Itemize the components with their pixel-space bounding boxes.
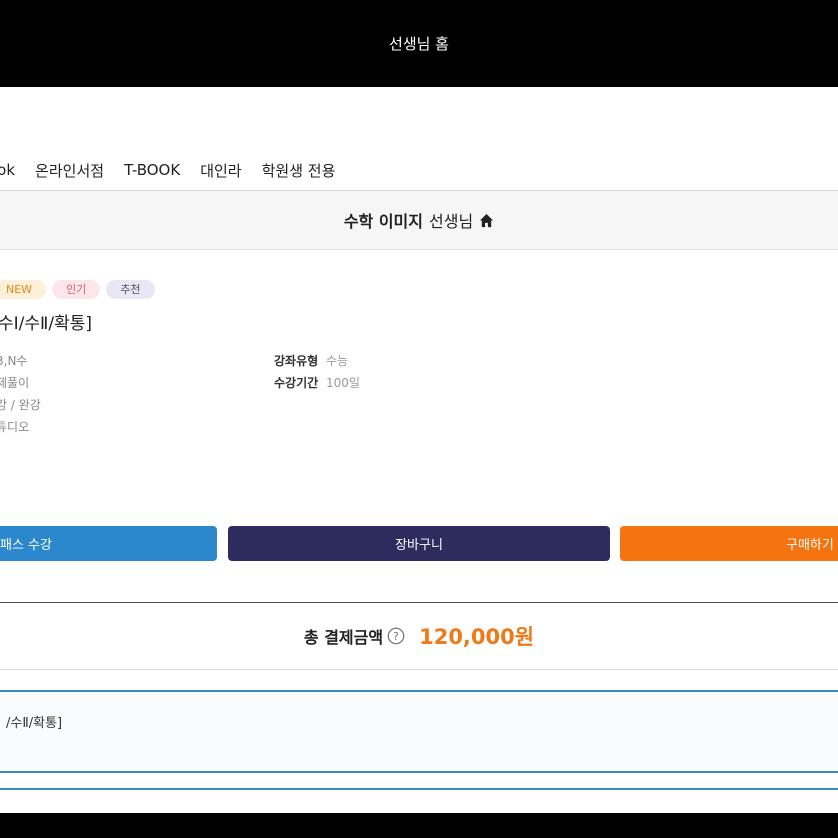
course-period-value: 100일	[326, 376, 360, 390]
nav-item-online-bookstore[interactable]: 온라인서점	[35, 160, 104, 181]
info-type: 제풀이	[0, 376, 30, 390]
main-nav: ook 온라인서점 T-BOOK 대인라 학원생 전용	[0, 155, 355, 185]
badge-recommended: 추천	[106, 280, 155, 299]
total-payment: 총 결제금액 ? 120,000원	[0, 602, 838, 670]
info-course-period: 수강기간 100일	[274, 372, 360, 394]
pass-enroll-button[interactable]: 패스 수강	[0, 526, 217, 561]
main-page: ook 온라인서점 T-BOOK 대인라 학원생 전용 수학 이미지 선생님 N…	[0, 87, 838, 813]
buy-button[interactable]: 구매하기	[620, 526, 838, 561]
teacher-bar[interactable]: 수학 이미지 선생님	[0, 190, 838, 250]
total-price: 120,000원	[419, 625, 535, 649]
selected-course-box[interactable]: /수Ⅱ/확통]	[0, 690, 838, 773]
badge-row: NEW 인기 추천	[0, 280, 155, 299]
teacher-name: 수학 이미지	[343, 212, 423, 231]
info-target: 3,N수	[0, 354, 28, 368]
info-progress: 강 / 완강	[0, 398, 41, 412]
course-info-left: 3,N수 제풀이 강 / 완강 튜디오	[0, 350, 41, 438]
nav-item-ebook[interactable]: ook	[0, 161, 15, 179]
teacher-suffix: 선생님	[429, 212, 474, 231]
nav-item-academy-students[interactable]: 학원생 전용	[262, 160, 336, 181]
svg-text:?: ?	[393, 630, 399, 643]
bottom-bar	[0, 813, 838, 838]
selected-course-box-2[interactable]: …	[0, 788, 838, 813]
nav-item-t-book[interactable]: T-BOOK	[124, 161, 180, 179]
info-studio: 튜디오	[0, 420, 30, 434]
badge-new: NEW	[0, 280, 47, 299]
course-type-value: 수능	[326, 354, 349, 368]
home-icon[interactable]	[479, 213, 494, 228]
course-info-right: 강좌유형 수능 수강기간 100일	[274, 350, 360, 394]
page-title: 선생님 홈	[389, 35, 449, 53]
top-bar: 선생님 홈	[0, 0, 838, 87]
selected-course-name: /수Ⅱ/확통]	[6, 716, 63, 731]
info-course-type: 강좌유형 수능	[274, 350, 360, 372]
nav-item-daeinra[interactable]: 대인라	[200, 160, 241, 181]
cart-button[interactable]: 장바구니	[228, 526, 610, 561]
course-title: 수Ⅰ/수Ⅱ/확통]	[0, 314, 93, 334]
course-period-label: 수강기간	[274, 376, 319, 390]
badge-popular: 인기	[52, 280, 101, 299]
total-label: 총 결제금액	[303, 628, 384, 647]
course-type-label: 강좌유형	[274, 354, 319, 368]
question-icon[interactable]: ?	[387, 627, 405, 645]
